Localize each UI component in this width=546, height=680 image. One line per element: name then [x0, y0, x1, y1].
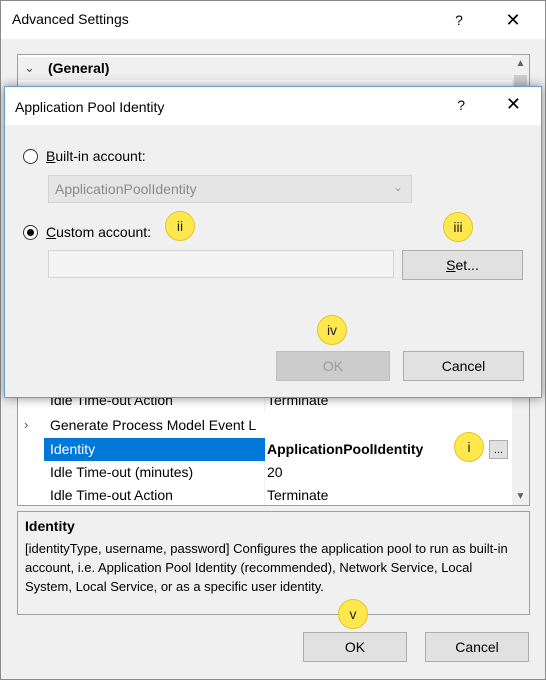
- dialog-help-button[interactable]: ?: [457, 97, 465, 113]
- table-row[interactable]: Idle Time-out Action Terminate: [18, 484, 512, 505]
- cancel-button[interactable]: Cancel: [425, 632, 529, 662]
- set-button[interactable]: Set...: [402, 250, 523, 280]
- property-name: Generate Process Model Event L: [50, 417, 257, 433]
- title-bar: Advanced Settings ? ✕: [1, 1, 545, 39]
- builtin-account-radio[interactable]: Built-in account:: [23, 148, 146, 164]
- custom-account-label: Custom account:: [46, 224, 152, 240]
- custom-account-radio[interactable]: Custom account:: [23, 224, 151, 240]
- dialog-close-button[interactable]: ✕: [506, 94, 521, 115]
- category-label: (General): [48, 60, 110, 76]
- property-name: Idle Time-out (minutes): [50, 464, 194, 480]
- table-row[interactable]: › Generate Process Model Event L: [18, 414, 512, 437]
- property-value: ApplicationPoolIdentity: [267, 441, 424, 457]
- description-panel: Identity [identityType, username, passwo…: [17, 511, 530, 615]
- application-pool-identity-dialog: Application Pool Identity ? ✕ Built-in a…: [4, 86, 542, 398]
- property-value: Terminate: [267, 487, 329, 503]
- close-button[interactable]: ✕: [491, 1, 535, 39]
- property-name: Idle Time-out Action: [50, 487, 173, 503]
- builtin-account-label: Built-in account:: [46, 148, 146, 164]
- callout-badge-i: i: [454, 432, 484, 462]
- chevron-down-icon: ⌄: [392, 180, 403, 194]
- dialog-title-bar: Application Pool Identity ? ✕: [5, 87, 541, 125]
- ellipsis-button[interactable]: ...: [489, 440, 508, 459]
- dialog-title: Application Pool Identity: [15, 99, 165, 115]
- radio-checked-icon[interactable]: [23, 224, 38, 240]
- column-divider: [264, 461, 265, 484]
- scroll-up-icon[interactable]: ▲: [512, 55, 529, 72]
- callout-badge-iv: iv: [317, 315, 347, 345]
- chevron-down-icon[interactable]: ⌄: [24, 60, 38, 76]
- column-divider: [264, 484, 265, 505]
- window-title: Advanced Settings: [12, 11, 129, 27]
- chevron-down-icon[interactable]: ▼: [512, 488, 529, 505]
- category-row-general[interactable]: ⌄ (General): [18, 57, 512, 80]
- property-value: 20: [267, 464, 283, 480]
- description-text: [identityType, username, password] Confi…: [25, 541, 508, 594]
- builtin-account-value: ApplicationPoolIdentity: [55, 181, 197, 197]
- description-title: Identity: [25, 518, 75, 534]
- table-row[interactable]: Idle Time-out (minutes) 20: [18, 461, 512, 484]
- callout-badge-iii: iii: [443, 212, 473, 242]
- callout-badge-v: v: [338, 599, 368, 629]
- property-name: Identity: [50, 441, 96, 457]
- help-button[interactable]: ?: [437, 1, 481, 39]
- dialog-cancel-button[interactable]: Cancel: [403, 351, 524, 381]
- builtin-account-select: ApplicationPoolIdentity ⌄: [48, 175, 412, 203]
- ok-button[interactable]: OK: [303, 632, 407, 662]
- custom-account-field: [48, 250, 394, 278]
- callout-badge-ii: ii: [165, 211, 195, 241]
- chevron-right-icon[interactable]: ›: [24, 417, 38, 432]
- dialog-ok-button: OK: [276, 351, 390, 381]
- table-row-identity[interactable]: Identity ApplicationPoolIdentity ...: [18, 438, 512, 461]
- radio-icon[interactable]: [23, 148, 38, 164]
